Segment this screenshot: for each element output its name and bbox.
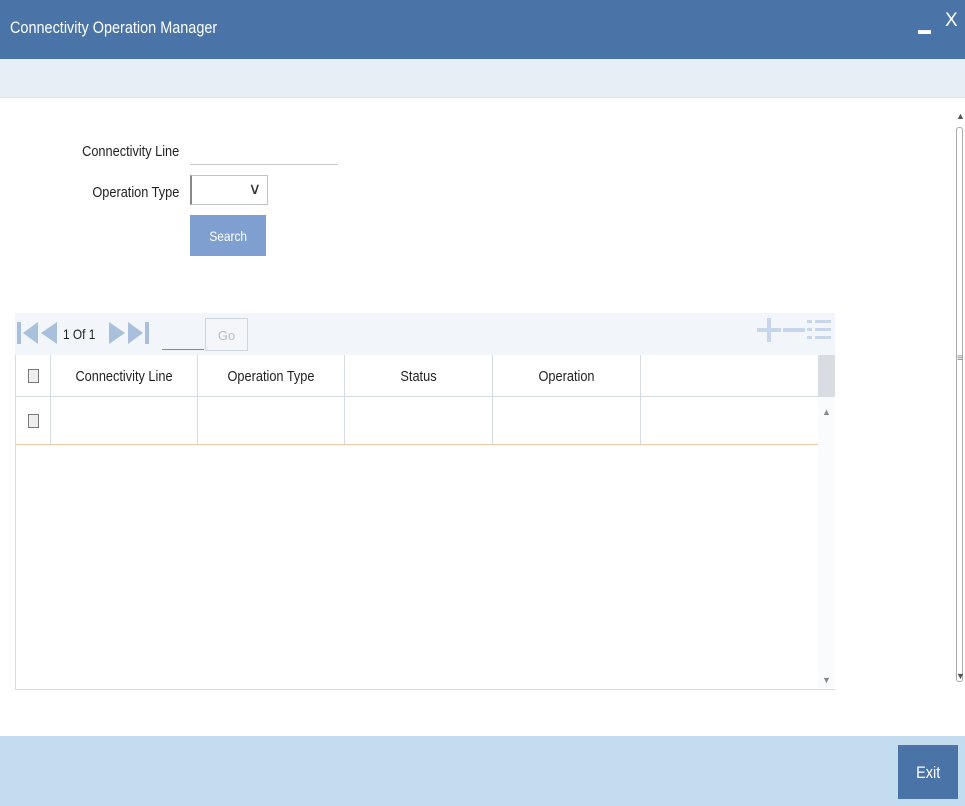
page-scrollbar-thumb[interactable]: [956, 127, 963, 682]
row-checkbox[interactable]: [28, 414, 39, 428]
page-scrollbar[interactable]: ▲ ≡ ▼: [954, 97, 965, 693]
page-indicator: 1 Of 1: [63, 326, 96, 342]
cell-connectivity-line[interactable]: [51, 397, 198, 444]
connectivity-line-label: Connectivity Line: [81, 143, 179, 160]
select-all-checkbox[interactable]: [28, 369, 39, 383]
page-scroll-down-icon[interactable]: ▼: [956, 671, 965, 681]
page-number-input[interactable]: [162, 325, 204, 350]
next-page-icon[interactable]: [107, 319, 127, 353]
search-button[interactable]: Search: [190, 215, 266, 256]
chevron-down-icon: ∨: [248, 181, 262, 198]
cell-status[interactable]: [345, 397, 493, 444]
table-scrollbar-header: [818, 355, 835, 397]
window-title: Connectivity Operation Manager: [10, 18, 218, 37]
add-row-icon[interactable]: [757, 317, 781, 349]
table-scrollbar[interactable]: ▲ ▼: [818, 355, 835, 688]
table-row[interactable]: [16, 397, 818, 445]
exit-button[interactable]: Exit: [898, 745, 958, 799]
scroll-up-icon[interactable]: ▲: [822, 407, 831, 417]
scroll-down-icon[interactable]: ▼: [822, 675, 831, 685]
connectivity-line-input[interactable]: [190, 138, 338, 165]
pagination-bar: 1 Of 1 Go: [15, 313, 835, 355]
operation-type-label: Operation Type: [92, 184, 179, 201]
results-table: Connectivity Line Operation Type Status …: [15, 355, 835, 690]
cell-operation[interactable]: [493, 397, 641, 444]
previous-page-icon[interactable]: [39, 319, 59, 353]
column-header-status[interactable]: Status: [345, 355, 493, 396]
cell-operation-type[interactable]: [198, 397, 345, 444]
first-page-icon[interactable]: [17, 319, 39, 353]
footer-bar: [0, 736, 965, 806]
toolbar-strip: [0, 59, 965, 98]
delete-row-icon[interactable]: [783, 317, 805, 349]
column-header-operation-type[interactable]: Operation Type: [198, 355, 345, 396]
header-select-cell: [16, 355, 51, 396]
table-header: Connectivity Line Operation Type Status …: [16, 355, 818, 397]
last-page-icon[interactable]: [127, 319, 149, 353]
title-bar: Connectivity Operation Manager ▬ X: [0, 0, 965, 59]
operation-type-select[interactable]: ∨: [190, 175, 268, 205]
row-select-cell: [16, 397, 51, 444]
column-header-operation[interactable]: Operation: [493, 355, 641, 396]
minimize-icon[interactable]: ▬: [918, 22, 931, 37]
single-view-icon[interactable]: [807, 317, 831, 349]
column-header-connectivity-line[interactable]: Connectivity Line: [51, 355, 198, 396]
results-grid: 1 Of 1 Go Connectivity Line Operation Ty…: [15, 313, 835, 690]
scroll-grip-icon: ≡: [957, 353, 963, 364]
page-scroll-up-icon[interactable]: ▲: [956, 111, 965, 121]
close-icon[interactable]: X: [945, 10, 958, 32]
go-button[interactable]: Go: [205, 318, 248, 351]
